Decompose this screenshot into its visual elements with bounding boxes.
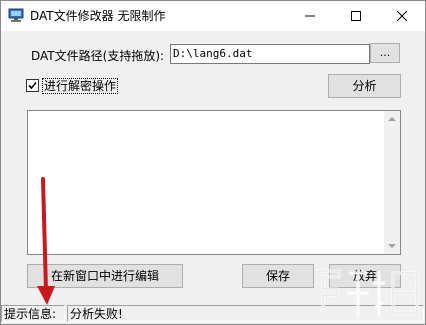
maximize-button[interactable] bbox=[333, 1, 379, 31]
decrypt-label[interactable]: 进行解密操作 bbox=[42, 78, 119, 94]
status-bar: 提示信息: 分析失败! bbox=[1, 303, 425, 324]
path-input[interactable]: D:\lang6.dat bbox=[170, 44, 370, 64]
title-bar[interactable]: DAT文件修改器 无限制作 bbox=[1, 1, 425, 31]
status-label: 提示信息: bbox=[1, 305, 65, 322]
path-label: DAT文件路径(支持拖放): bbox=[31, 49, 165, 63]
close-icon bbox=[397, 11, 407, 21]
browse-button[interactable]: ... bbox=[370, 43, 400, 63]
edit-in-new-window-button[interactable]: 在新窗口中进行编辑 bbox=[27, 264, 183, 288]
computer-app-icon bbox=[8, 7, 24, 23]
close-button[interactable] bbox=[379, 1, 425, 31]
maximize-icon bbox=[351, 11, 361, 21]
scroll-up-icon[interactable] bbox=[388, 117, 396, 121]
check-icon bbox=[28, 81, 37, 90]
window-title: DAT文件修改器 无限制作 bbox=[30, 9, 166, 23]
save-button[interactable]: 保存 bbox=[242, 264, 314, 288]
vertical-scrollbar[interactable] bbox=[384, 111, 400, 254]
scroll-down-icon[interactable] bbox=[388, 244, 396, 248]
discard-button[interactable]: 放弃 bbox=[329, 264, 401, 288]
analyze-button[interactable]: 分析 bbox=[328, 74, 401, 98]
log-textarea[interactable] bbox=[27, 110, 401, 255]
status-message: 分析失败! bbox=[67, 305, 424, 322]
app-window: DAT文件修改器 无限制作 DAT文件路径(支持拖放): D:\lang6.da… bbox=[0, 0, 426, 325]
minimize-icon bbox=[305, 15, 315, 17]
minimize-button[interactable] bbox=[287, 1, 333, 31]
decrypt-checkbox[interactable] bbox=[26, 79, 39, 92]
